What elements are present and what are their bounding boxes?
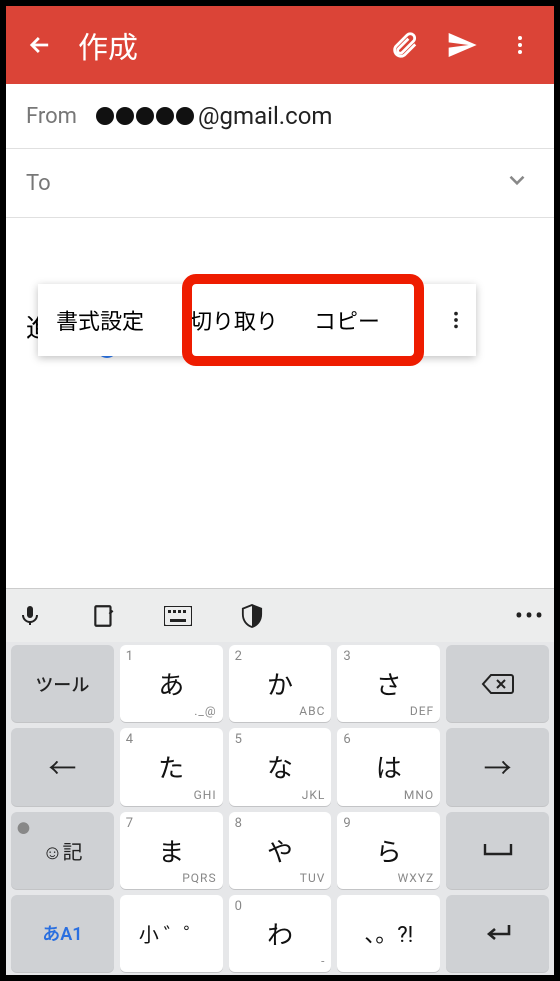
key-enter[interactable] [446,895,549,972]
more-vert-icon [445,309,467,331]
keyboard-icon [164,606,192,626]
from-row[interactable]: From @gmail.com [6,84,554,149]
header-title: 作成 [60,23,388,67]
paperclip-icon [389,30,419,60]
shield-button[interactable] [234,598,270,634]
copy-button[interactable]: コピー [296,284,398,356]
app-header: 作成 [6,6,554,84]
more-horiz-icon: ••• [515,602,545,630]
keyboard-toolbar: ••• [6,588,554,642]
key-mode-toggle[interactable]: あA1 [11,895,114,972]
to-row[interactable]: To [6,149,554,218]
keyboard-switch-button[interactable] [160,598,196,634]
text-context-menu: 書式設定 切り取り コピー [38,284,476,356]
keyboard-more-button[interactable]: ••• [512,598,548,634]
handwriting-button[interactable] [86,598,122,634]
mic-icon [18,604,42,628]
shield-icon [241,603,263,629]
send-icon [446,28,478,62]
from-value: @gmail.com [96,102,534,130]
send-button[interactable] [446,29,478,61]
from-label: From [26,104,96,129]
key-ta[interactable]: 4 た GHI [120,728,223,805]
enter-icon [483,921,513,945]
space-icon [482,841,514,859]
key-na[interactable]: 5 な JKL [229,728,332,805]
key-a[interactable]: 1 あ ._@ [120,645,223,722]
key-dakuten[interactable]: 小 ゛゜ [120,895,223,972]
more-vert-icon [508,33,532,57]
key-ha[interactable]: 6 は MNO [337,728,440,805]
arrow-left-icon [26,31,54,59]
overflow-button[interactable] [504,29,536,61]
to-label: To [26,171,96,196]
handwriting-icon [91,603,117,629]
header-actions [388,29,540,61]
key-ra[interactable]: 9 ら WXYZ [337,812,440,889]
key-symbols[interactable]: ●☺記 [11,812,114,889]
key-ka[interactable]: 2 か ABC [229,645,332,722]
key-space[interactable] [446,812,549,889]
attach-button[interactable] [388,29,420,61]
soft-keyboard: ••• ツール 1 あ ._@ 2 か ABC 3 さ [6,588,554,975]
key-right[interactable]: → [446,728,549,805]
context-overflow-button[interactable] [436,284,476,356]
masked-username-icon [96,107,194,125]
key-tool[interactable]: ツール [11,645,114,722]
back-button[interactable] [20,31,60,59]
key-wa[interactable]: 0 わ - [229,895,332,972]
voice-input-button[interactable] [12,598,48,634]
key-left[interactable]: ← [11,728,114,805]
from-domain: @gmail.com [198,102,332,130]
key-backspace[interactable] [446,645,549,722]
key-ya[interactable]: 8 や TUV [229,812,332,889]
expand-recipients-button[interactable] [504,167,534,199]
cut-button[interactable]: 切り取り [172,284,296,356]
backspace-icon [481,672,515,696]
key-punct[interactable]: 、。?! [337,895,440,972]
chevron-down-icon [504,167,530,193]
key-ma[interactable]: 7 ま PQRS [120,812,223,889]
key-sa[interactable]: 3 さ DEF [337,645,440,722]
format-button[interactable]: 書式設定 [38,284,162,356]
